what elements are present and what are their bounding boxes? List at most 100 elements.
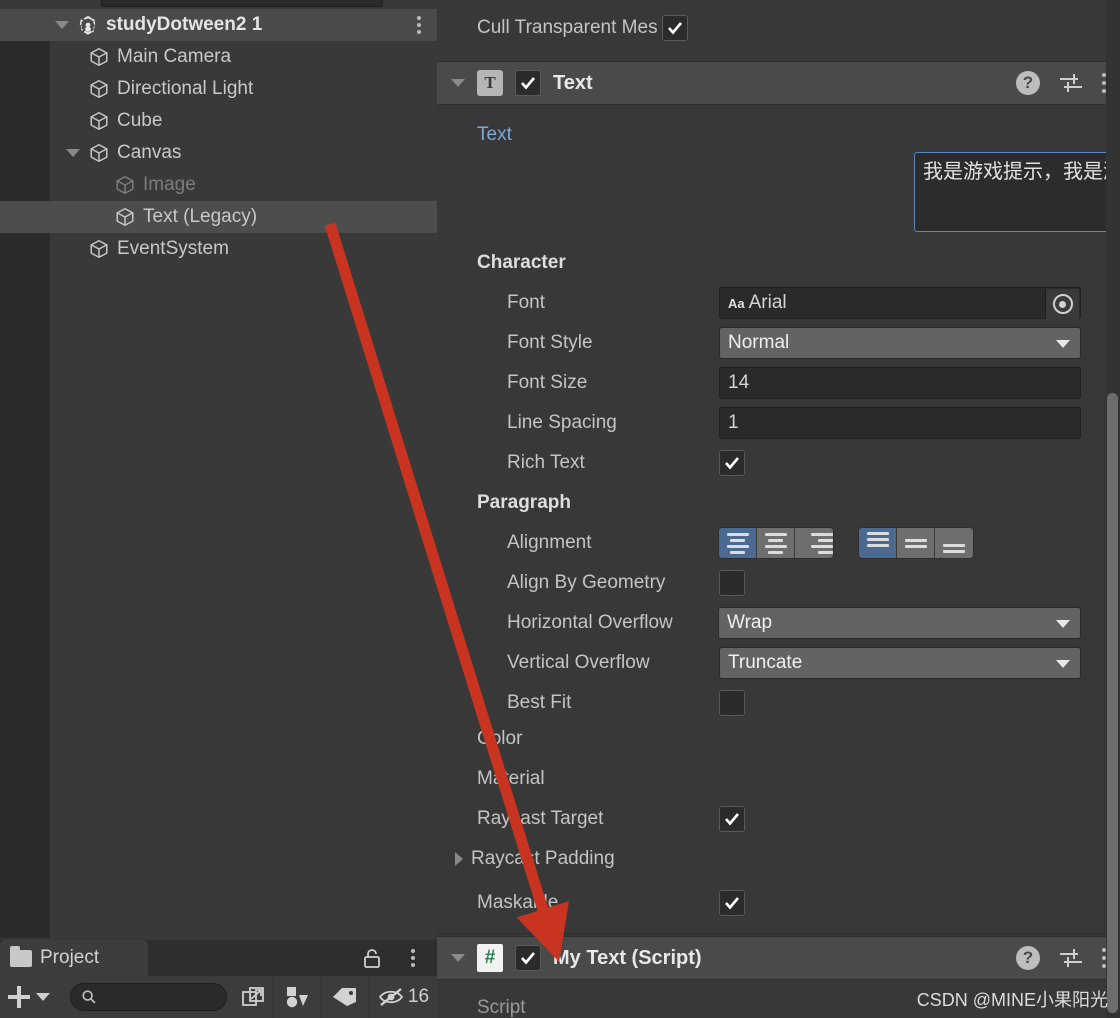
color-row[interactable]: Color (437, 719, 1120, 759)
open-in-new-icon[interactable] (233, 976, 273, 1018)
font-row[interactable]: Font Aa Arial (437, 283, 1120, 323)
font-value: Arial (748, 292, 787, 313)
project-tab-label: Project (40, 947, 100, 968)
project-kebab-menu-icon[interactable] (411, 949, 415, 967)
hierarchy-panel[interactable]: studyDotween2 1 Main Camera Directional L… (0, 0, 437, 938)
text-field-label: Text (477, 124, 512, 145)
rich-text-checkbox[interactable] (719, 450, 745, 476)
line-spacing-input[interactable]: 1 (719, 407, 1081, 439)
help-icon[interactable]: ? (1016, 71, 1040, 95)
font-size-input[interactable]: 14 (719, 367, 1081, 399)
horizontal-overflow-row[interactable]: Horizontal Overflow Wrap (437, 603, 1120, 643)
cull-transparent-mesh-row[interactable]: Cull Transparent Mes (437, 0, 1120, 56)
align-bottom-button[interactable] (935, 528, 973, 558)
chevron-down-icon[interactable] (66, 149, 80, 157)
text-content-value: 我是游戏提示，我是游戏提示，我是游戏提示 (923, 161, 1120, 183)
scene-name-label: studyDotween2 1 (106, 14, 263, 35)
help-icon[interactable]: ? (1016, 946, 1040, 970)
cube-icon (90, 112, 108, 130)
alignment-row[interactable]: Alignment (437, 523, 1120, 563)
align-by-geometry-label: Align By Geometry (507, 572, 666, 593)
script-component-enabled-checkbox[interactable] (515, 945, 541, 971)
raycast-padding-row[interactable]: Raycast Padding (437, 839, 1120, 879)
best-fit-row[interactable]: Best Fit (437, 683, 1120, 723)
chevron-down-icon[interactable] (55, 21, 69, 29)
folder-icon (10, 945, 32, 967)
script-label: Script (477, 997, 526, 1018)
hidden-objects-toggle[interactable]: 16 (368, 976, 437, 1018)
hierarchy-item-text-legacy[interactable]: Text (Legacy) (0, 201, 437, 233)
text-component-enabled-checkbox[interactable] (515, 70, 541, 96)
inspector-scrollbar-thumb[interactable] (1107, 393, 1118, 1013)
material-label: Material (477, 768, 545, 789)
project-search-field[interactable] (96, 988, 217, 1006)
inspector-panel[interactable]: Cull Transparent Mes T Text ? Text 我是游戏提… (437, 0, 1120, 1018)
horizontal-alignment-group[interactable] (718, 527, 834, 559)
text-component-title: Text (553, 71, 593, 94)
hierarchy-item-eventsystem[interactable]: EventSystem (0, 233, 437, 265)
project-toolbar[interactable]: 16 (0, 976, 437, 1018)
vertical-alignment-group[interactable] (858, 527, 974, 559)
hierarchy-scene-row[interactable]: studyDotween2 1 (0, 9, 437, 41)
chevron-down-icon (1056, 340, 1070, 348)
label-tag-icon[interactable] (321, 976, 369, 1018)
hierarchy-item-label: Cube (117, 110, 163, 131)
line-spacing-row[interactable]: Line Spacing 1 (437, 403, 1120, 443)
font-field[interactable]: Aa Arial (719, 287, 1081, 319)
align-middle-button[interactable] (897, 528, 935, 558)
align-top-button[interactable] (859, 528, 897, 558)
best-fit-checkbox[interactable] (719, 690, 745, 716)
align-by-geometry-row[interactable]: Align By Geometry (437, 563, 1120, 603)
script-component-title: My Text (Script) (553, 946, 702, 969)
preset-settings-icon[interactable] (1058, 72, 1084, 94)
raycast-target-row[interactable]: Raycast Target (437, 799, 1120, 839)
shapes-filter-icon[interactable] (273, 976, 321, 1018)
hierarchy-search-field-partial[interactable] (101, 0, 383, 7)
align-left-button[interactable] (719, 528, 757, 558)
maskable-checkbox[interactable] (719, 890, 745, 916)
check-icon (725, 813, 739, 826)
script-component-header[interactable]: # My Text (Script) ? (437, 936, 1120, 980)
rich-text-row[interactable]: Rich Text (437, 443, 1120, 483)
search-input[interactable] (69, 983, 228, 1011)
unity-logo-icon (79, 15, 96, 35)
hierarchy-kebab-menu-icon[interactable] (417, 16, 421, 34)
eye-off-icon (378, 988, 403, 1006)
plus-icon[interactable] (6, 984, 30, 1010)
hierarchy-item-label: Directional Light (117, 78, 254, 99)
hierarchy-item-main-camera[interactable]: Main Camera (0, 41, 437, 73)
tab-project[interactable]: Project (0, 940, 148, 976)
unlock-icon[interactable] (363, 948, 381, 968)
align-by-geometry-checkbox[interactable] (719, 570, 745, 596)
hierarchy-item-image[interactable]: Image (0, 169, 437, 201)
maskable-row[interactable]: Maskable (437, 883, 1120, 923)
text-component-header[interactable]: T Text ? (437, 61, 1120, 105)
chevron-down-icon[interactable] (35, 993, 50, 1001)
hierarchy-item-canvas[interactable]: Canvas (0, 137, 437, 169)
cull-transparent-mesh-checkbox[interactable] (661, 15, 688, 41)
align-center-button[interactable] (757, 528, 795, 558)
font-style-dropdown[interactable]: Normal (719, 327, 1081, 359)
character-section-header: Character (437, 243, 1120, 283)
hierarchy-item-directional-light[interactable]: Directional Light (0, 73, 437, 105)
vertical-overflow-row[interactable]: Vertical Overflow Truncate (437, 643, 1120, 683)
check-icon (521, 952, 535, 965)
hierarchy-item-cube[interactable]: Cube (0, 105, 437, 137)
horizontal-overflow-dropdown[interactable]: Wrap (718, 607, 1081, 639)
font-object-picker-button[interactable] (1045, 289, 1079, 319)
vertical-overflow-dropdown[interactable]: Truncate (719, 647, 1081, 679)
chevron-down-icon[interactable] (451, 79, 465, 87)
chevron-down-icon[interactable] (451, 954, 465, 962)
cube-icon (90, 144, 108, 162)
raycast-target-checkbox[interactable] (719, 806, 745, 832)
inspector-scrollbar[interactable] (1106, 0, 1120, 1018)
font-style-row[interactable]: Font Style Normal (437, 323, 1120, 363)
preset-settings-icon[interactable] (1058, 947, 1084, 969)
material-row[interactable]: Material None (Material) (437, 759, 1120, 799)
font-size-row[interactable]: Font Size 14 (437, 363, 1120, 403)
text-content-textarea[interactable]: 我是游戏提示，我是游戏提示，我是游戏提示 (914, 152, 1120, 232)
align-right-button[interactable] (795, 528, 833, 558)
chevron-right-icon[interactable] (455, 852, 463, 866)
watermark-label: CSDN @MINE小果阳光 (916, 990, 1108, 1010)
project-panel[interactable]: Project 16 (0, 938, 437, 1018)
